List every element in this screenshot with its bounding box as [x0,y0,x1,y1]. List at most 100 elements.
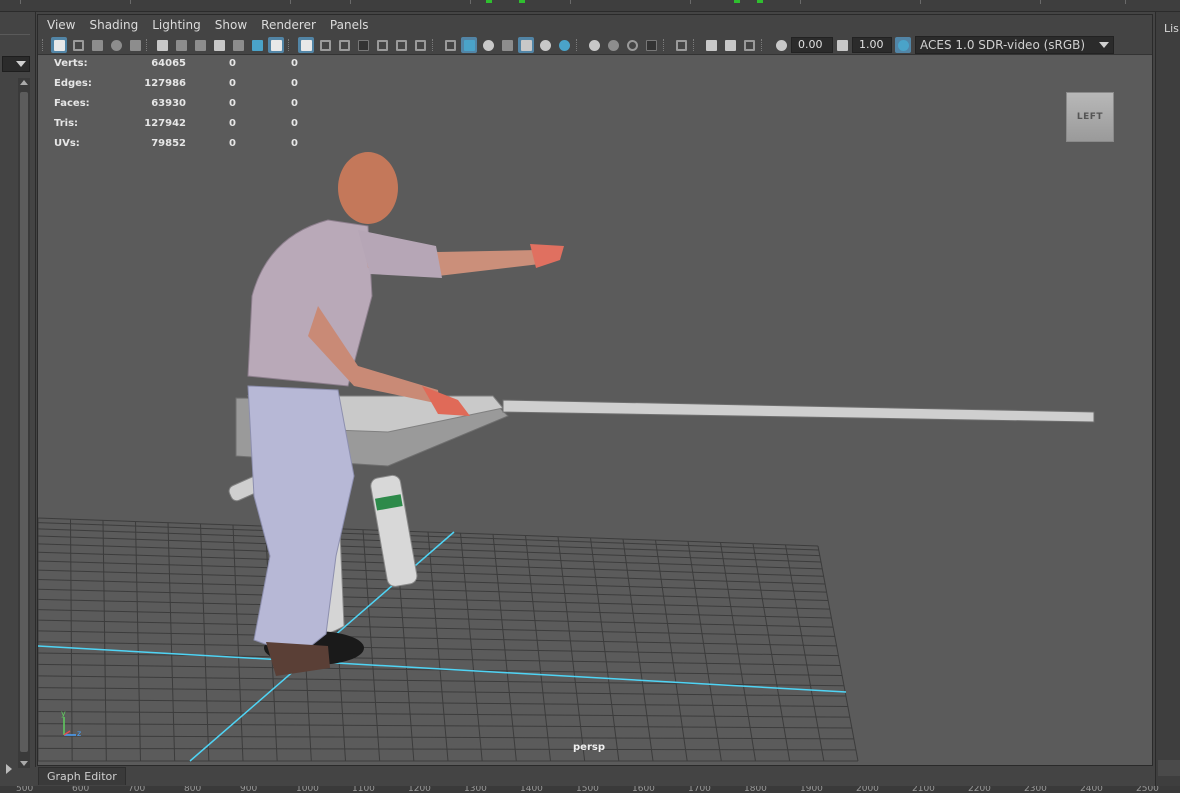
time-ruler[interactable]: 500 600 700 800 900 1000 1100 1200 1300 1400 1500 1… [0,786,1180,793]
left-panel-dropdown[interactable] [2,56,30,72]
menu-view[interactable]: View [47,18,75,32]
2d-pan-zoom-button[interactable] [230,37,246,53]
grid-line [557,536,586,762]
grid-button[interactable] [298,37,314,53]
exposure-field[interactable]: 0.00 [791,37,833,53]
xray-joints-icon [705,39,717,51]
image-plane-button[interactable] [173,37,189,53]
left-panel-scrollbar[interactable] [18,78,30,768]
color-management-icon [897,39,909,51]
scroll-up-icon[interactable] [20,80,28,85]
grease-pencil-button[interactable] [249,37,265,53]
shadows-button[interactable] [556,37,572,53]
grid-line [655,540,688,762]
default-material-button[interactable] [480,37,496,53]
draw-button[interactable] [268,37,284,53]
toolbar-separator [663,39,665,51]
menu-show[interactable]: Show [215,18,247,32]
use-lights-button[interactable] [537,37,553,53]
exposure-button[interactable] [773,37,789,53]
expand-arrow-icon[interactable] [6,764,12,774]
gate-mask-button[interactable] [355,37,371,53]
grid-line [590,537,620,762]
ruler-label: 1100 [352,786,375,793]
select-camera-button[interactable] [51,37,67,53]
color-space-value: ACES 1.0 SDR-video (sRGB) [920,38,1086,52]
backface-icon [743,39,755,51]
tab-graph-editor[interactable]: Graph Editor [38,767,126,785]
scroll-thumb[interactable] [20,92,28,752]
ruler-label: 1400 [520,786,543,793]
hud-value: 0 [291,78,298,89]
bottom-tab-strip: Graph Editor [36,766,1154,786]
grid-line [687,541,722,762]
film-gate-button[interactable] [317,37,333,53]
depth-of-field-button[interactable] [643,37,659,53]
scroll-down-icon[interactable] [20,761,28,766]
camera-attributes-button[interactable] [127,37,143,53]
grid-line [785,544,825,762]
film-gate-icon [319,39,331,51]
toolbar-separator [288,39,290,51]
hud-value: 0 [229,118,236,129]
frame-selection-button[interactable] [70,37,86,53]
menu-renderer[interactable]: Renderer [261,18,316,32]
3d-viewport[interactable]: Verts: 64065 0 0 Edges: 127986 0 0 Faces… [38,56,1152,765]
motion-blur-button[interactable] [605,37,621,53]
view-cube[interactable]: LEFT [1066,92,1114,142]
grid-line [38,609,834,628]
person-shoes [266,642,330,676]
frame-all-icon [91,39,103,51]
isolate-select-button[interactable] [673,37,689,53]
scene-canvas[interactable] [38,56,1152,765]
anti-alias-button[interactable] [624,37,640,53]
bookmark-button[interactable] [154,37,170,53]
wireframe-button[interactable] [442,37,458,53]
ruler-label: 500 [16,786,34,793]
ruler-label: 1500 [576,786,599,793]
right-panel-label[interactable]: Lis [1164,22,1179,35]
hud-label: Edges: [54,78,92,89]
lock-camera-button[interactable] [108,37,124,53]
safe-title-button[interactable] [412,37,428,53]
toolbar-separator [146,39,148,51]
safe-action-button[interactable] [393,37,409,53]
field-chart-button[interactable] [374,37,390,53]
hud-value: 63930 [151,98,186,109]
gate-mask-icon [357,39,369,51]
resolution-gate-button[interactable] [336,37,352,53]
smooth-shade-button[interactable] [461,37,477,53]
ruler-label: 2200 [968,786,991,793]
grid-line [427,531,449,762]
menu-panels[interactable]: Panels [330,18,369,32]
gamma-field[interactable]: 1.00 [852,37,892,53]
xray-active-button[interactable] [722,37,738,53]
xray-button[interactable] [499,37,515,53]
frame-all-button[interactable] [89,37,105,53]
right-panel-scroll[interactable] [1158,760,1180,776]
pin-button[interactable] [211,37,227,53]
lock-camera-icon [110,39,122,51]
menu-shading[interactable]: Shading [89,18,138,32]
hud-row-faces: Faces: 63930 0 0 [54,98,314,118]
gamma-button[interactable] [834,37,850,53]
textured-button[interactable] [518,37,534,53]
backface-button[interactable] [741,37,757,53]
color-management-button[interactable] [895,37,911,53]
smooth-shade-icon [463,39,475,51]
menu-lighting[interactable]: Lighting [152,18,201,32]
shadows-icon [558,39,570,51]
use-lights-icon [539,39,551,51]
ambient-occlusion-button[interactable] [586,37,602,53]
chevron-down-icon [16,61,26,67]
image-plane-icon [175,39,187,51]
panel-toolbar: 0.00 1.00 ACES 1.0 SDR-video (sRGB) [38,35,1152,55]
safe-title-icon [414,39,426,51]
color-space-select[interactable]: ACES 1.0 SDR-video (sRGB) [915,36,1114,54]
xray-active-icon [724,39,736,51]
ground-grid [38,517,859,762]
wireframe-icon [444,39,456,51]
camera-view-button[interactable] [192,37,208,53]
xray-joints-button[interactable] [703,37,719,53]
axis-gizmo: y z [61,711,81,738]
